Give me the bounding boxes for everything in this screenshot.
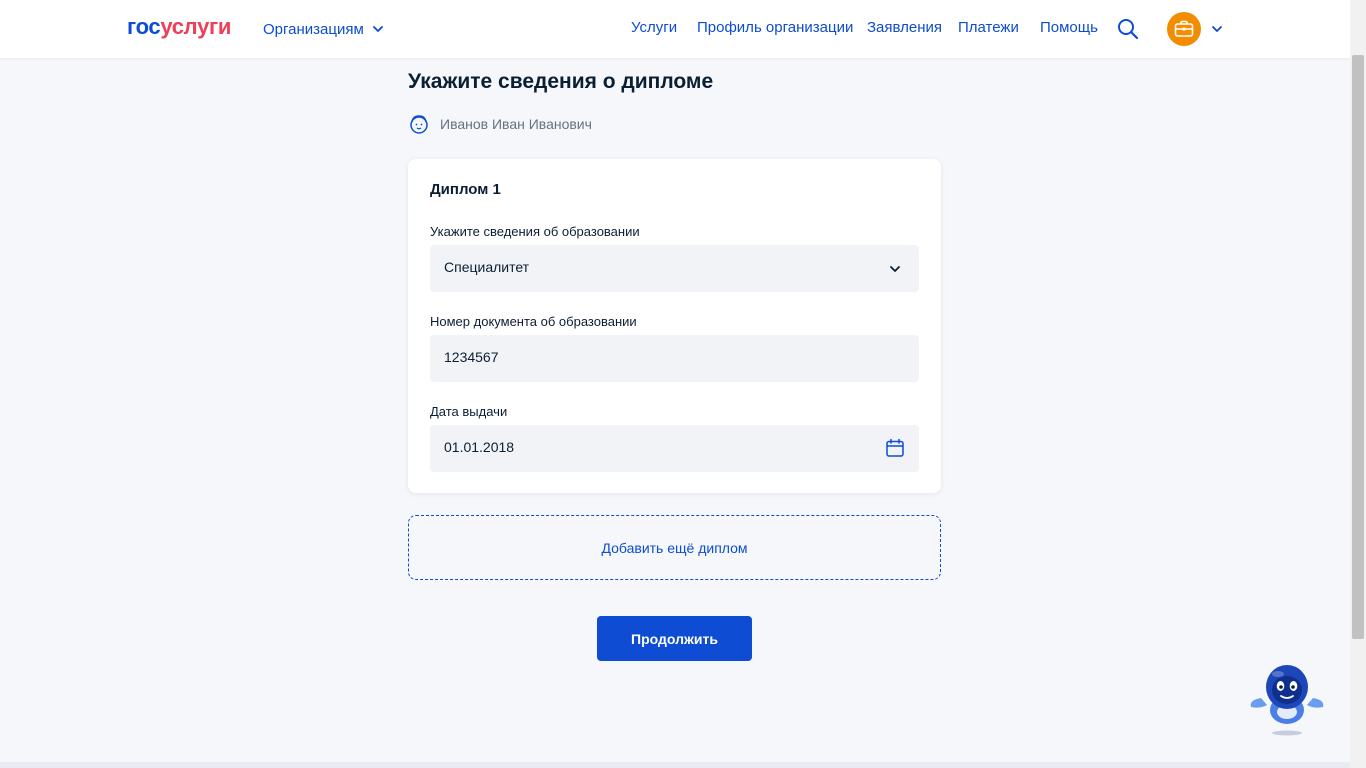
continue-button[interactable]: Продолжить: [597, 616, 752, 661]
footer-edge: [0, 762, 1350, 768]
doc-number-label: Номер документа об образовании: [430, 314, 637, 329]
calendar-icon[interactable]: [885, 438, 905, 458]
nav-applications[interactable]: Заявления: [867, 19, 942, 36]
search-icon[interactable]: [1117, 18, 1139, 40]
organization-avatar[interactable]: [1167, 12, 1201, 46]
scrollbar-thumb[interactable]: [1352, 55, 1364, 639]
doc-number-input[interactable]: 1234567: [430, 335, 919, 382]
main-nav: Услуги Профиль организации Заявления Пла…: [0, 19, 1350, 39]
issue-date-value: 01.01.2018: [444, 439, 515, 455]
page-scrollbar[interactable]: [1350, 0, 1366, 768]
diploma-card: Диплом 1 Укажите сведения об образовании…: [408, 159, 941, 493]
child-face-icon: [410, 115, 428, 134]
robot-assistant-icon[interactable]: [1248, 660, 1326, 738]
header: госуслуги Организациям Услуги Профиль ор…: [0, 0, 1350, 58]
user-name: Иванов Иван Иванович: [440, 116, 592, 132]
user-line: Иванов Иван Иванович: [409, 113, 592, 135]
education-select-value: Специалитет: [444, 259, 530, 275]
issue-date-input[interactable]: 01.01.2018: [430, 425, 919, 472]
nav-services[interactable]: Услуги: [631, 19, 677, 36]
continue-label: Продолжить: [631, 630, 718, 647]
chevron-down-icon[interactable]: [1211, 23, 1223, 35]
nav-org-profile[interactable]: Профиль организации: [697, 19, 853, 36]
diploma-card-title: Диплом 1: [430, 181, 501, 198]
doc-number-value: 1234567: [444, 349, 499, 365]
chevron-down-icon: [890, 266, 900, 272]
nav-payments[interactable]: Платежи: [958, 19, 1019, 36]
issue-date-label: Дата выдачи: [430, 404, 508, 419]
add-diploma-button[interactable]: Добавить ещё диплом: [408, 515, 941, 580]
page-title: Укажите сведения о дипломе: [408, 70, 714, 93]
add-diploma-label: Добавить ещё диплом: [601, 539, 748, 556]
briefcase-icon: [1174, 20, 1194, 37]
education-label: Укажите сведения об образовании: [430, 224, 640, 239]
education-select[interactable]: Специалитет: [430, 245, 919, 292]
nav-help[interactable]: Помощь: [1040, 19, 1098, 36]
